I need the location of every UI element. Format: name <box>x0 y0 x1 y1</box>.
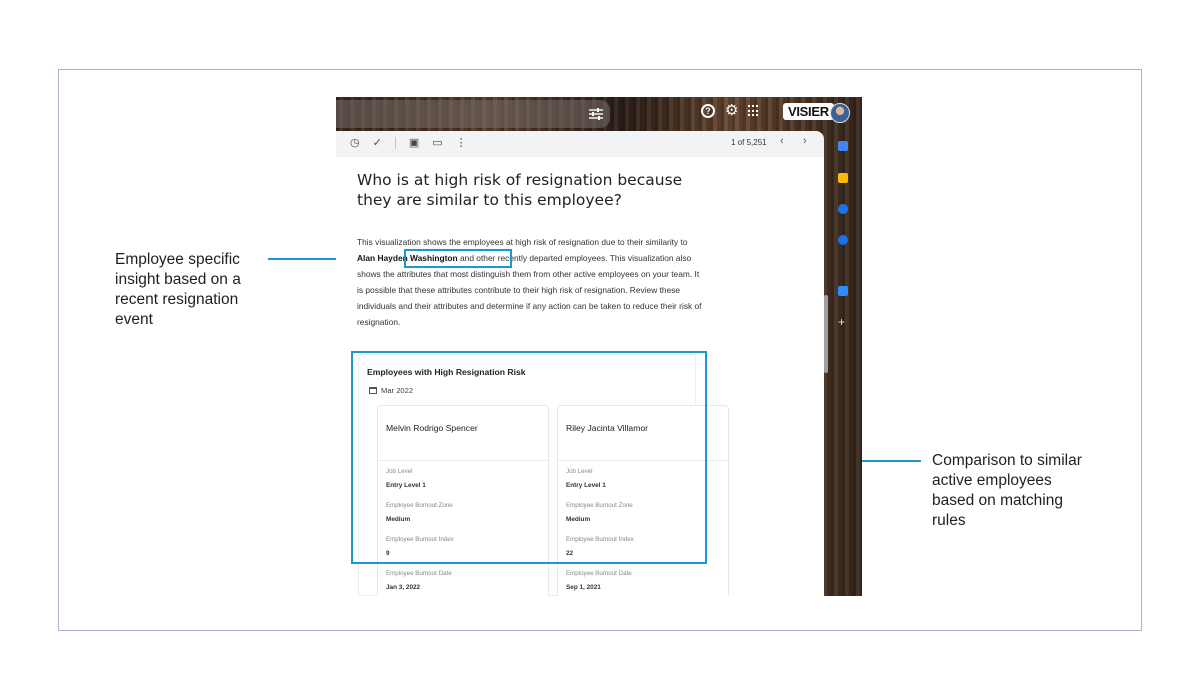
more-icon[interactable]: ⋮ <box>456 136 467 149</box>
attr-label: Employee Burnout Date <box>566 570 632 577</box>
calendar-icon[interactable] <box>838 141 848 151</box>
zoom-icon[interactable] <box>838 286 848 296</box>
add-task-icon[interactable]: ✓ <box>373 136 382 149</box>
apps-grid-icon[interactable] <box>748 105 760 117</box>
chevron-right-icon[interactable]: › <box>803 135 807 147</box>
highlight-comparison <box>351 351 707 564</box>
gear-icon[interactable]: ⚙ <box>725 103 738 118</box>
add-icon[interactable]: + <box>838 316 848 328</box>
annotation-right: Comparison to similar active employees b… <box>932 452 1082 529</box>
mail-toolbar: ◷ ✓ ▣ ▭ ⋮ 1 of 5,251 ‹ › <box>336 131 824 157</box>
side-panel: + <box>824 131 862 596</box>
label-icon[interactable]: ▭ <box>432 136 442 149</box>
clock-icon[interactable]: ◷ <box>350 136 360 149</box>
app-topbar: ? ⚙ VISIER <box>336 97 862 131</box>
tune-icon[interactable] <box>588 107 604 121</box>
attr-label: Employee Burnout Date <box>386 570 452 577</box>
highlight-employee-name <box>404 249 512 268</box>
message-heading: Who is at high risk of resignation becau… <box>357 171 683 209</box>
para-part-1: This visualization shows the employees a… <box>357 237 688 247</box>
annotation-left: Employee specific insight based on a rec… <box>115 251 241 328</box>
contacts-icon[interactable] <box>838 235 848 245</box>
chevron-left-icon[interactable]: ‹ <box>780 135 784 147</box>
search-bar[interactable] <box>336 100 610 128</box>
keep-icon[interactable] <box>838 173 848 183</box>
attr-value: Sep 1, 2021 <box>566 584 601 591</box>
message-counter: 1 of 5,251 <box>731 138 767 147</box>
toolbar-divider <box>394 136 396 149</box>
top-icon-group: ? ⚙ <box>701 103 760 118</box>
help-icon[interactable]: ? <box>701 104 715 118</box>
brand-logo: VISIER <box>783 103 834 120</box>
attr-value: Jan 3, 2022 <box>386 584 421 591</box>
tasks-icon[interactable] <box>838 204 848 214</box>
move-to-icon[interactable]: ▣ <box>409 136 419 149</box>
avatar[interactable] <box>830 103 850 123</box>
